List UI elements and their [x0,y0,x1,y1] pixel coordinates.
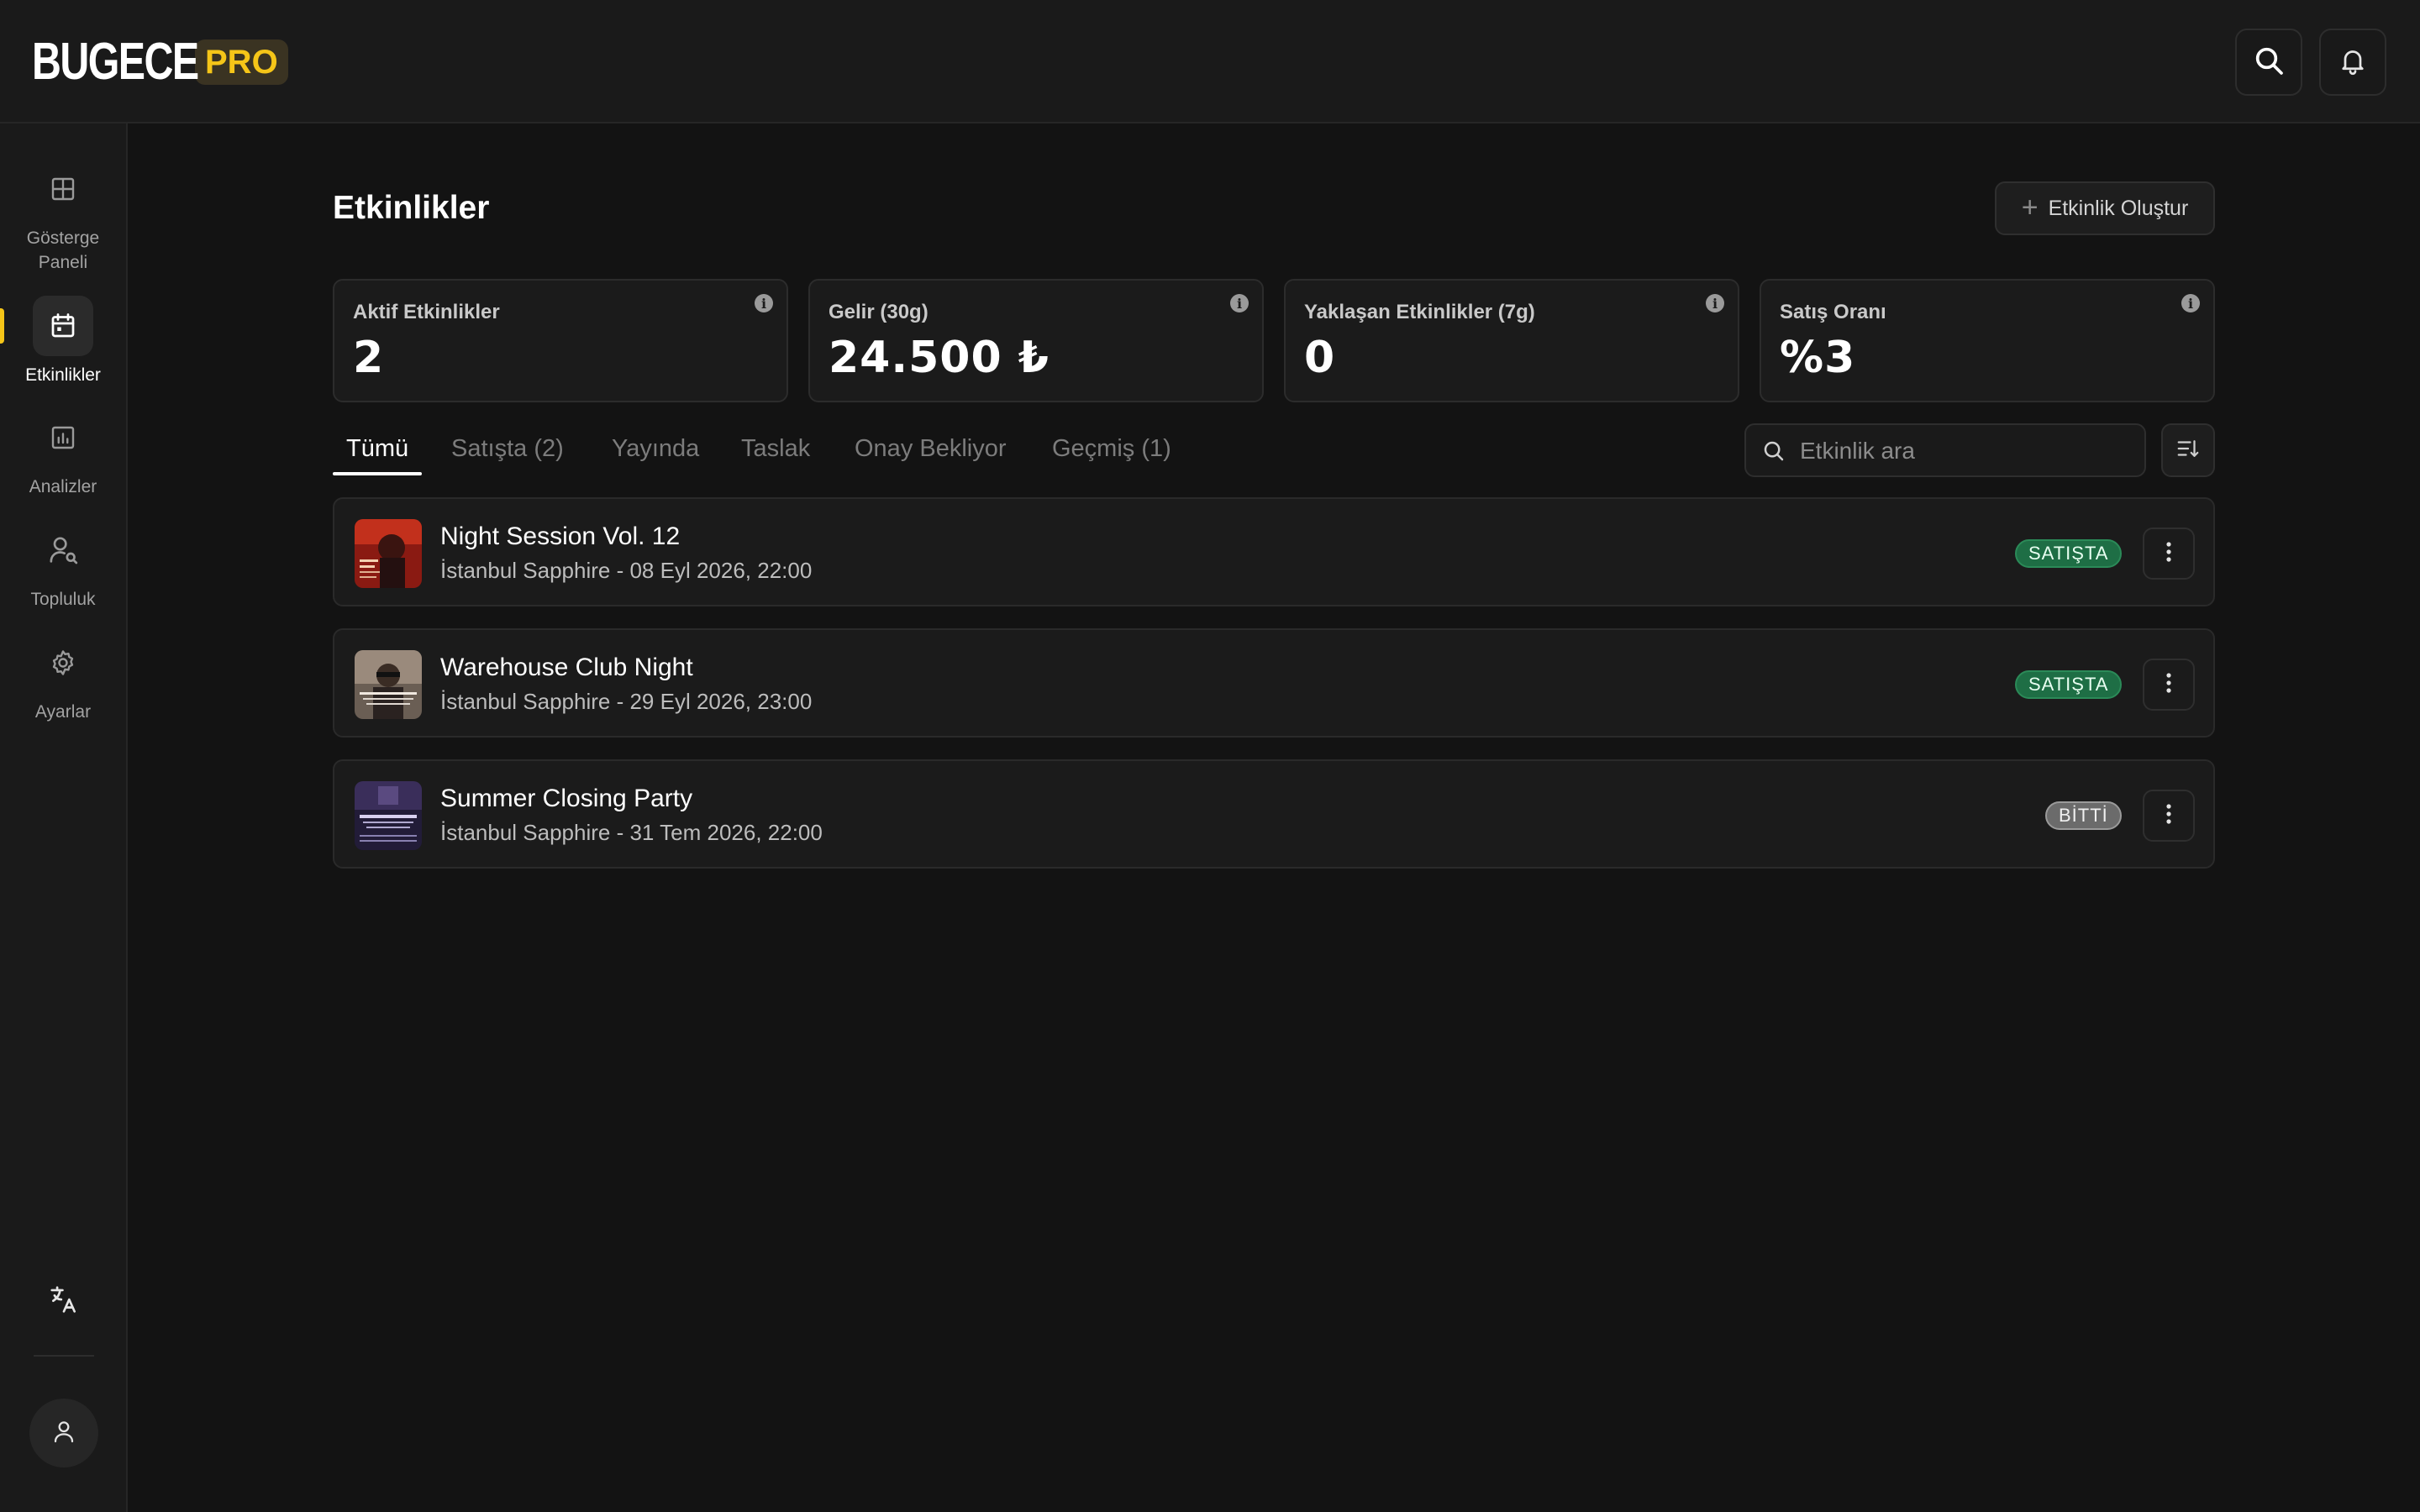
sort-button[interactable] [2161,423,2215,477]
sidebar-item-label: Ayarlar [34,702,92,722]
active-tab-underline [333,472,422,475]
brand-logo[interactable]: BUGECE PRO [32,33,288,91]
sidebar: Gösterge Paneli Etkinlikler Analizler To… [0,123,128,1512]
event-search-input[interactable] [1800,433,2136,469]
event-row[interactable]: Night Session Vol. 12 İstanbul Sapphire … [333,497,2215,606]
stat-label: Satış Oranı [1780,301,1886,323]
event-poster-image [355,781,422,850]
tab-on-sale[interactable]: Satışta (2) [451,427,564,470]
sidebar-item-label: Analizler [29,477,97,496]
event-more-button[interactable] [2143,659,2195,711]
stat-label: Yaklaşan Etkinlikler (7g) [1304,301,1535,323]
stat-label: Aktif Etkinlikler [353,301,500,323]
pro-badge: PRO [195,39,288,85]
stat-label: Gelir (30g) [829,301,929,323]
header-search-button[interactable] [2235,29,2302,96]
event-venue-date: İstanbul Sapphire - 08 Eyl 2026, 22:00 [440,558,813,583]
stat-value: %3 [1780,333,1856,383]
info-icon[interactable]: i [2181,294,2200,312]
profile-avatar[interactable] [29,1399,98,1467]
stat-value: 24.500 ₺ [829,333,1050,383]
more-vertical-icon [2159,801,2179,831]
sidebar-item-label: Gösterge Paneli [26,228,100,272]
sidebar-item-settings[interactable]: Ayarlar [0,633,126,724]
translate-icon [48,1284,80,1320]
sidebar-item-dashboard[interactable]: Gösterge Paneli [0,159,126,275]
more-vertical-icon [2159,539,2179,569]
sidebar-item-analytics[interactable]: Analizler [0,407,126,499]
event-row[interactable]: Warehouse Club Night İstanbul Sapphire -… [333,628,2215,738]
event-search-box [1744,423,2146,477]
more-vertical-icon [2159,670,2179,700]
tab-past[interactable]: Geçmiş (1) [1052,427,1171,470]
plus-icon: + [2021,191,2039,223]
info-icon[interactable]: i [755,294,773,312]
sidebar-item-label: Etkinlikler [25,365,101,385]
language-button[interactable] [39,1276,89,1326]
bell-icon [2338,45,2368,80]
tab-pending-approval[interactable]: Onay Bekliyor [855,427,1007,470]
tab-draft[interactable]: Taslak [741,427,810,470]
info-icon[interactable]: i [1230,294,1249,312]
event-row[interactable]: Summer Closing Party İstanbul Sapphire -… [333,759,2215,869]
create-event-label: Etkinlik Oluştur [2048,196,2189,220]
notifications-button[interactable] [2319,29,2386,96]
sidebar-item-community[interactable]: Topluluk [0,520,126,612]
info-icon[interactable]: i [1706,294,1724,312]
sort-icon [2175,436,2201,465]
tab-all[interactable]: Tümü [346,427,408,470]
chart-icon [33,407,93,468]
tab-published[interactable]: Yayında [612,427,699,470]
stat-value: 0 [1304,333,1336,383]
status-badge: SATIŞTA [2015,670,2123,699]
event-title: Summer Closing Party [440,785,693,812]
event-venue-date: İstanbul Sapphire - 31 Tem 2026, 22:00 [440,820,823,845]
event-poster-image [355,650,422,719]
search-icon [1761,438,1786,468]
search-icon [2252,44,2286,81]
sidebar-divider [34,1355,94,1357]
user-search-icon [33,520,93,580]
calendar-icon [33,296,93,356]
event-title: Warehouse Club Night [440,654,693,681]
page-title: Etkinlikler [333,190,490,226]
event-poster-image [355,519,422,588]
stat-card-sales-rate: Satış Oranı %3 i [1760,279,2215,402]
event-more-button[interactable] [2143,790,2195,842]
event-venue-date: İstanbul Sapphire - 29 Eyl 2026, 23:00 [440,689,813,714]
grid-icon [33,159,93,219]
stat-value: 2 [353,333,385,383]
stat-card-upcoming-events: Yaklaşan Etkinlikler (7g) 0 i [1284,279,1739,402]
gear-icon [33,633,93,693]
stat-card-revenue: Gelir (30g) 24.500 ₺ i [808,279,1264,402]
status-badge: SATIŞTA [2015,539,2123,568]
sidebar-item-label: Topluluk [30,590,96,609]
create-event-button[interactable]: + Etkinlik Oluştur [1995,181,2215,235]
user-icon [50,1418,77,1449]
stat-card-active-events: Aktif Etkinlikler 2 i [333,279,788,402]
status-badge: BİTTİ [2045,801,2122,830]
event-more-button[interactable] [2143,528,2195,580]
top-header: BUGECE PRO [0,0,2420,123]
event-title: Night Session Vol. 12 [440,522,681,550]
sidebar-item-events[interactable]: Etkinlikler [0,296,126,387]
brand-name: BUGECE [32,33,199,91]
